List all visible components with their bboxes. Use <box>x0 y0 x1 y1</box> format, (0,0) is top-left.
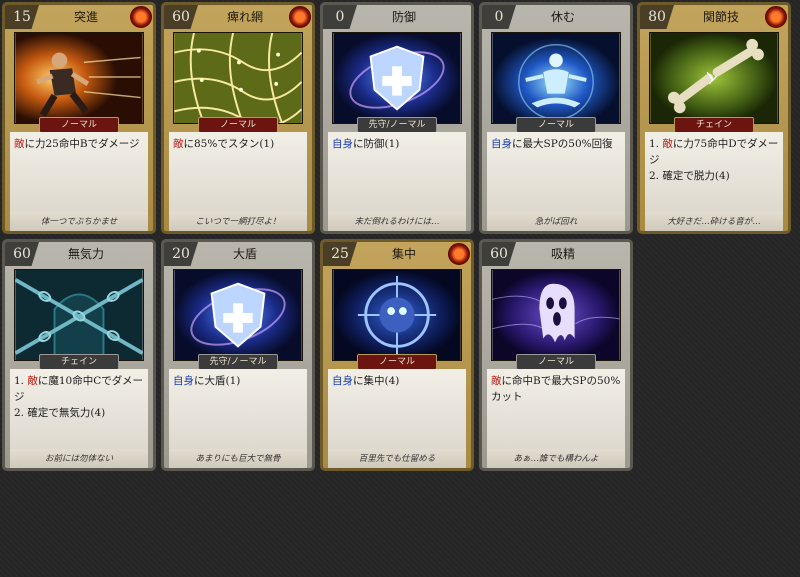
card-flavor-text: 大好きだ…砕ける音が… <box>645 212 783 231</box>
description-text: に大盾(1) <box>194 375 241 387</box>
ghost-art-icon <box>491 269 621 361</box>
card-header: 60 無気力 <box>5 242 153 268</box>
target-enemy-text: 敵 <box>491 375 502 387</box>
fire-emblem-icon <box>128 5 153 30</box>
card-type-badge: チェイン <box>39 354 119 370</box>
card-description: 1. 敵に力75命中Dでダメージ 2. 確定で脱力(4) <box>645 132 783 212</box>
card-cost: 15 <box>5 5 39 29</box>
card-cost: 20 <box>164 242 198 266</box>
target-enemy-text: 敵 <box>27 375 38 387</box>
card-flavor-text: あぁ…誰でも構わんよ <box>487 449 625 468</box>
description-text: 1. <box>649 138 663 150</box>
card-title: 吸精 <box>550 247 575 261</box>
target-self-text: 自身 <box>173 375 194 387</box>
card-type-badge: 先守/ノーマル <box>198 354 278 370</box>
card-type-badge: チェイン <box>674 117 754 133</box>
card-type-badge: ノーマル <box>198 117 278 133</box>
target-enemy-text: 敵 <box>14 138 25 150</box>
card-header: 80 関節技 <box>640 5 788 31</box>
description-text: 1. <box>14 375 28 387</box>
chains-art-icon <box>14 269 144 361</box>
card-description: 自身に大盾(1) <box>169 369 307 449</box>
description-text: に85%でスタン(1) <box>183 138 275 150</box>
card-title: 防御 <box>391 10 416 24</box>
target-self-text: 自身 <box>491 138 512 150</box>
fire-emblem-icon <box>763 5 788 30</box>
card-cost: 60 <box>164 5 198 29</box>
card-title: 休む <box>550 10 575 24</box>
card-flavor-text: こいつで一網打尽よ！ <box>169 212 307 231</box>
description-text: に命中Bで最大SPの50%カット <box>491 375 621 403</box>
card-title: 関節技 <box>702 10 739 24</box>
shield-art-icon <box>173 269 303 361</box>
card-cost: 0 <box>323 5 357 29</box>
fire-emblem-icon <box>287 5 312 30</box>
card-header: 20 大盾 <box>164 242 312 268</box>
card-type-badge: ノーマル <box>516 354 596 370</box>
card-type-badge: ノーマル <box>357 354 437 370</box>
skill-card[interactable]: 0 休む ノーマル 自身に最大SPの50%回復 急がば回れ <box>479 2 633 234</box>
card-header: 25 集中 <box>323 242 471 268</box>
skill-card[interactable]: 15 突進 ノーマル 敵に力25命中Bでダメージ 体一つでぶちかませ <box>2 2 156 234</box>
fire-emblem-icon <box>446 242 471 267</box>
card-description: 自身に最大SPの50%回復 <box>487 132 625 212</box>
skill-card[interactable]: 60 痺れ網 ノーマル 敵に85%でスタン(1) こいつで一網打尽よ！ <box>161 2 315 234</box>
card-cost: 0 <box>482 5 516 29</box>
target-enemy-text: 敵 <box>662 138 673 150</box>
card-grid: 15 突進 ノーマル 敵に力25命中Bでダメージ 体一つでぶちかませ 60 痺れ網 ノーマル敵… <box>0 0 800 577</box>
meditate-art-icon <box>491 32 621 124</box>
card-description: 1. 敵に魔10命中Cでダメージ 2. 確定で無気力(4) <box>10 369 148 449</box>
card-description: 自身に集中(4) <box>328 369 466 449</box>
card-flavor-text: 体一つでぶちかませ <box>10 212 148 231</box>
description-text: に最大SPの50%回復 <box>512 138 613 150</box>
card-cost: 60 <box>5 242 39 266</box>
card-cost: 60 <box>482 242 516 266</box>
card-title: 無気力 <box>67 247 104 261</box>
card-cost: 80 <box>640 5 674 29</box>
card-header: 0 防御 <box>323 5 471 31</box>
description-text: に集中(4) <box>353 375 400 387</box>
card-flavor-text: 未だ倒れるわけには… <box>328 212 466 231</box>
card-description: 敵に命中Bで最大SPの50%カット <box>487 369 625 449</box>
card-type-badge: ノーマル <box>516 117 596 133</box>
skill-card[interactable]: 25 集中 ノーマル 自身に集中(4) 百里先でも仕留める <box>320 239 474 471</box>
skill-card[interactable]: 0 防御 先守/ノーマル 自身に防御(1) 未だ倒れるわけには… <box>320 2 474 234</box>
skill-card[interactable]: 60 吸精 ノーマル 敵に命中Bで最大SPの50%カット あぁ…誰でも構わんよ <box>479 239 633 471</box>
card-title: 痺れ網 <box>226 10 263 24</box>
card-flavor-text: 急がば回れ <box>487 212 625 231</box>
card-title: 大盾 <box>232 247 257 261</box>
target-enemy-text: 敵 <box>173 138 184 150</box>
skill-card[interactable]: 20 大盾 先守/ノーマル 自身に大盾(1) あまりにも巨大で無骨 <box>161 239 315 471</box>
card-header: 60 痺れ網 <box>164 5 312 31</box>
card-header: 0 休む <box>482 5 630 31</box>
dash-art-icon <box>14 32 144 124</box>
card-type-badge: 先守/ノーマル <box>357 117 437 133</box>
description-text: に防御(1) <box>353 138 400 150</box>
skill-card[interactable]: 60 無気力チェイン 1. 敵に魔10命中Cでダメージ 2. 確定で無気力(4) お前に… <box>2 239 156 471</box>
card-flavor-text: お前には勿体ない <box>10 449 148 468</box>
card-type-badge: ノーマル <box>39 117 119 133</box>
focus-art-icon <box>332 269 462 361</box>
target-self-text: 自身 <box>332 375 353 387</box>
description-text: 2. 確定で無気力(4) <box>14 407 106 419</box>
net-art-icon <box>173 32 303 124</box>
target-self-text: 自身 <box>332 138 353 150</box>
bone-art-icon <box>649 32 779 124</box>
description-text: 2. 確定で脱力(4) <box>649 170 730 182</box>
card-description: 自身に防御(1) <box>328 132 466 212</box>
shield-art-icon <box>332 32 462 124</box>
description-text: に力25命中Bでダメージ <box>24 138 140 150</box>
card-description: 敵に85%でスタン(1) <box>169 132 307 212</box>
card-title: 集中 <box>391 247 416 261</box>
card-header: 15 突進 <box>5 5 153 31</box>
card-cost: 25 <box>323 242 357 266</box>
card-title: 突進 <box>73 10 98 24</box>
card-flavor-text: 百里先でも仕留める <box>328 449 466 468</box>
card-description: 敵に力25命中Bでダメージ <box>10 132 148 212</box>
skill-card[interactable]: 80 関節技チェイン 1. 敵に力75命中Dでダメージ 2. 確定で脱力(4) 大好きだ… <box>637 2 791 234</box>
card-flavor-text: あまりにも巨大で無骨 <box>169 449 307 468</box>
card-header: 60 吸精 <box>482 242 630 268</box>
